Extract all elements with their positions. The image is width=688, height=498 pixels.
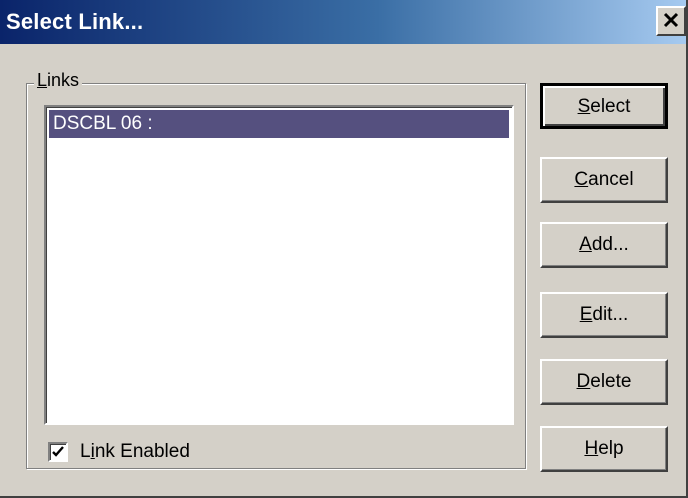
links-listbox[interactable]: DSCBL 06 : — [44, 105, 514, 425]
select-link-dialog: Select Link... Links DSCBL 06 : Link Ena… — [0, 0, 688, 498]
links-group-label: Links — [34, 70, 83, 91]
cancel-button[interactable]: Cancel — [540, 157, 668, 203]
list-item[interactable]: DSCBL 06 : — [49, 110, 509, 138]
select-button[interactable]: Select — [540, 83, 668, 129]
checkmark-icon — [52, 446, 64, 457]
window-title: Select Link... — [6, 9, 144, 34]
edit-button[interactable]: Edit... — [540, 292, 668, 338]
link-enabled-checkbox[interactable] — [48, 442, 68, 462]
close-button[interactable] — [656, 6, 686, 36]
title-bar: Select Link... — [0, 0, 686, 44]
link-enabled-row[interactable]: Link Enabled — [48, 440, 190, 464]
close-icon — [663, 8, 679, 33]
link-enabled-label: Link Enabled — [80, 441, 190, 462]
delete-button[interactable]: Delete — [540, 359, 668, 405]
add-button[interactable]: Add... — [540, 222, 668, 268]
help-button[interactable]: Help — [540, 426, 668, 472]
